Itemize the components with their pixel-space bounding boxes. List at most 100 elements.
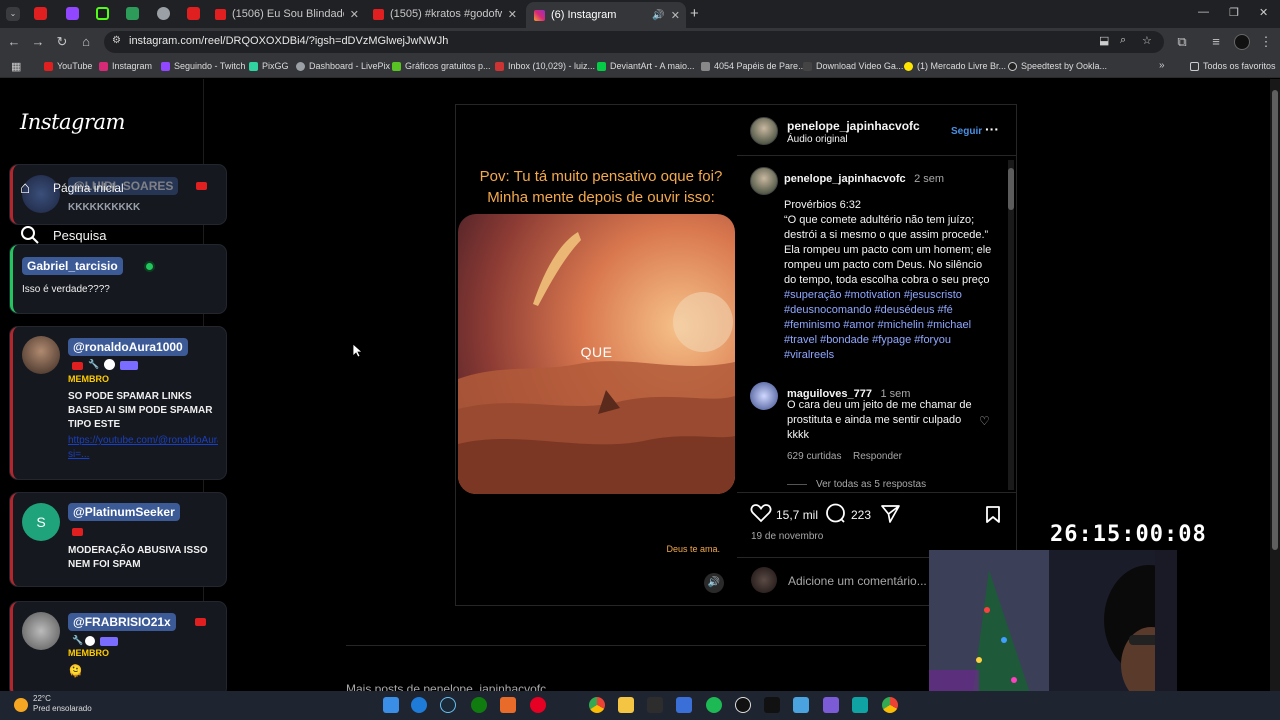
- nav-search-label[interactable]: Pesquisa: [53, 228, 106, 243]
- share-send-icon[interactable]: [880, 503, 901, 529]
- tab-instagram[interactable]: (6) Instagram 🔊 ✕: [526, 2, 686, 28]
- bookmark-livepix[interactable]: Dashboard - LivePix: [296, 61, 390, 71]
- bookmark-star-icon[interactable]: ☆: [1142, 34, 1152, 47]
- github-icon[interactable]: [735, 697, 751, 713]
- home-button[interactable]: ⌂: [78, 34, 94, 50]
- replies-divider: [787, 484, 807, 485]
- install-app-icon[interactable]: ⬓: [1099, 34, 1109, 47]
- bookmark-mercadolivre[interactable]: (1) Mercado Livre Br...: [904, 61, 1006, 71]
- weather-widget[interactable]: 22°C Pred ensolarado: [33, 694, 92, 714]
- bookmark-speedtest[interactable]: Speedtest by Ookla...: [1008, 61, 1107, 71]
- bookmark-wallpapers[interactable]: 4054 Papéis de Pare...: [701, 61, 806, 71]
- home-icon[interactable]: ⌂: [20, 178, 40, 198]
- zoom-icon[interactable]: ⌕: [1120, 34, 1126, 47]
- like-heart-icon[interactable]: [750, 503, 772, 528]
- menu-kebab-icon[interactable]: ⋮: [1258, 34, 1274, 50]
- view-replies-button[interactable]: Ver todas as 5 respostas: [816, 479, 926, 490]
- apps-grid-icon[interactable]: ▦: [11, 60, 21, 73]
- steam-icon[interactable]: [440, 697, 456, 713]
- bookmark-deviantart[interactable]: DeviantArt - A maio...: [597, 61, 695, 71]
- pinned-youtube2-tab-icon[interactable]: [187, 7, 200, 20]
- save-bookmark-icon[interactable]: [985, 505, 1001, 529]
- description-hashtags[interactable]: #superação #motivation #jesuscristo #deu…: [784, 289, 971, 361]
- weather-sun-icon[interactable]: [14, 698, 28, 712]
- app-a-icon[interactable]: [500, 697, 516, 713]
- bookmark-pixgg[interactable]: PixGG: [249, 61, 289, 71]
- instagram-logo[interactable]: Instagram: [20, 110, 125, 134]
- edge-icon[interactable]: [411, 697, 427, 713]
- close-tab-icon[interactable]: ✕: [665, 9, 686, 22]
- moderator-badge-icon: [104, 359, 115, 370]
- author-username[interactable]: penelope_japinhacvofc: [787, 119, 920, 133]
- pinterest-icon[interactable]: [530, 697, 546, 713]
- chrome-icon[interactable]: [589, 697, 605, 713]
- chat-message-link[interactable]: https://youtube.com/@ronaldoAura1000?si=…: [68, 434, 218, 462]
- tab-youtube-kratos[interactable]: (1505) #kratos #godofwar3 #g ✕: [373, 4, 523, 24]
- bookmark-label: Gráficos gratuitos p...: [405, 61, 491, 71]
- pinned-youtube-tab-icon[interactable]: [34, 7, 47, 20]
- comment-text: O cara deu um jeito de me chamar de pros…: [787, 399, 972, 441]
- speaker-icon[interactable]: 🔊: [704, 573, 724, 593]
- bookmark-inbox[interactable]: Inbox (10,029) - luiz...: [495, 61, 595, 71]
- app-icon[interactable]: [793, 697, 809, 713]
- bookmark-all-favorites[interactable]: Todos os favoritos: [1190, 61, 1276, 71]
- more-options-icon[interactable]: ···: [985, 121, 999, 137]
- file-explorer-icon[interactable]: [618, 697, 634, 713]
- commenter-avatar[interactable]: [750, 382, 778, 410]
- profile-avatar[interactable]: [1234, 34, 1250, 50]
- close-tab-icon[interactable]: ✕: [502, 8, 523, 21]
- spotify-icon[interactable]: [706, 697, 722, 713]
- comment-bubble-icon[interactable]: [825, 503, 846, 529]
- youtube-badge-icon: [195, 618, 206, 626]
- pinned-twitch-tab-icon[interactable]: [66, 7, 79, 20]
- tab-youtube-blindado[interactable]: (1506) Eu Sou Blindado - YouTu ✕: [215, 4, 365, 24]
- pinned-extension-tab-icon[interactable]: [126, 7, 139, 20]
- media-controls-icon[interactable]: ≡: [1208, 34, 1224, 50]
- bookmark-twitch[interactable]: Seguindo - Twitch: [161, 61, 245, 71]
- minimize-window-button[interactable]: —: [1198, 6, 1209, 18]
- forward-button[interactable]: →: [30, 34, 46, 50]
- netflix-icon[interactable]: [764, 697, 780, 713]
- likes-count[interactable]: 15,7 mil: [776, 508, 818, 522]
- windows-start-icon[interactable]: [383, 697, 399, 713]
- nav-home-label[interactable]: Página inicial: [53, 181, 124, 195]
- close-tab-icon[interactable]: ✕: [344, 8, 365, 21]
- author-avatar[interactable]: [750, 117, 778, 145]
- back-button[interactable]: ←: [6, 34, 22, 50]
- bookmark-download-video[interactable]: Download Video Ga...: [803, 61, 903, 71]
- author-avatar[interactable]: [750, 167, 778, 195]
- audio-label[interactable]: Áudio original: [787, 134, 848, 145]
- comment-reply-button[interactable]: Responder: [853, 451, 902, 462]
- bookmark-graficos[interactable]: Gráficos gratuitos p...: [392, 61, 491, 71]
- speaker-icon[interactable]: 🔊: [652, 10, 664, 21]
- comments-scrollbar-thumb[interactable]: [1008, 168, 1014, 210]
- address-bar[interactable]: ⚙ instagram.com/reel/DRQOXOXDBi4/?igsh=d…: [104, 31, 1164, 53]
- site-info-icon[interactable]: ⚙: [112, 35, 121, 46]
- tab-label: (6) Instagram: [551, 9, 617, 21]
- app-icon[interactable]: [823, 697, 839, 713]
- extensions-icon[interactable]: ⧉: [1174, 34, 1190, 50]
- search-icon[interactable]: [20, 225, 40, 245]
- app-icon[interactable]: [676, 697, 692, 713]
- chrome-icon[interactable]: [882, 697, 898, 713]
- pinned-kick-tab-icon[interactable]: [96, 7, 109, 20]
- app-icon[interactable]: [852, 697, 868, 713]
- new-tab-button[interactable]: +: [690, 5, 699, 22]
- bookmark-youtube[interactable]: YouTube: [44, 61, 92, 71]
- pinned-globe-tab-icon[interactable]: [157, 7, 170, 20]
- xbox-icon[interactable]: [471, 697, 487, 713]
- tab-search-icon[interactable]: ⌄: [6, 7, 20, 21]
- comment-like-heart-icon[interactable]: ♡: [979, 414, 990, 428]
- reload-button[interactable]: ↻: [54, 34, 70, 50]
- comments-count[interactable]: 223: [851, 508, 871, 522]
- close-window-button[interactable]: ✕: [1259, 6, 1268, 19]
- maximize-window-button[interactable]: ❐: [1229, 6, 1239, 19]
- bookmark-instagram[interactable]: Instagram: [99, 61, 152, 71]
- page-scrollbar-thumb[interactable]: [1272, 90, 1278, 550]
- add-comment-input[interactable]: Adicione um comentário...: [788, 574, 927, 588]
- reel-title-line: Pov: Tu tá muito pensativo oque foi?: [479, 168, 723, 185]
- comment-likes-count: 629 curtidas: [787, 451, 842, 462]
- follow-button[interactable]: Seguir: [951, 126, 982, 137]
- terminal-icon[interactable]: [647, 697, 663, 713]
- more-bookmarks-chevron-icon[interactable]: »: [1159, 60, 1165, 71]
